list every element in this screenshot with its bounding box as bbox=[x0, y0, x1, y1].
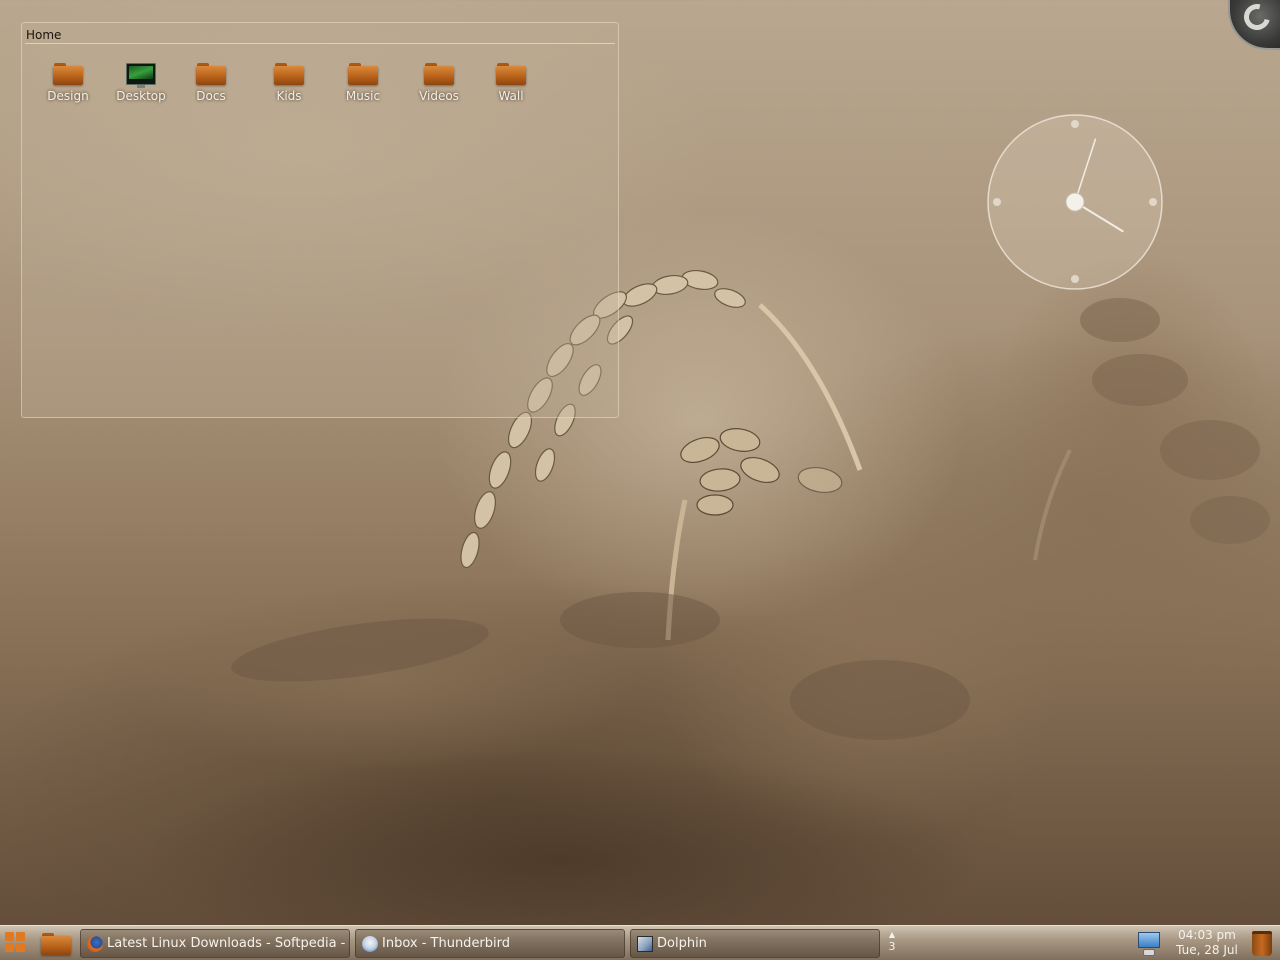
folder-icon bbox=[348, 63, 378, 85]
desktop-item-label: Desktop bbox=[116, 89, 166, 103]
desktop-item-label: Music bbox=[345, 89, 381, 103]
clock-tick-9 bbox=[993, 198, 1001, 206]
analog-clock-widget[interactable] bbox=[985, 112, 1165, 292]
task-label: Latest Linux Downloads - Softpedia - M bbox=[107, 936, 350, 951]
task-label: Dolphin bbox=[657, 936, 707, 951]
folder-icon bbox=[424, 63, 454, 85]
home-folder-launcher[interactable] bbox=[41, 933, 71, 955]
trash-icon[interactable] bbox=[1252, 931, 1272, 956]
task-dolphin[interactable]: Dolphin bbox=[630, 929, 880, 958]
desktop-item-label: Wall bbox=[498, 89, 524, 103]
plasma-cashew-icon bbox=[1239, 0, 1275, 35]
desktop-item-desktop[interactable]: Desktop bbox=[103, 63, 179, 103]
chevron-up-icon: ▲ bbox=[888, 930, 896, 939]
folder-view-divider bbox=[25, 43, 615, 44]
desktop-item-music[interactable]: Music bbox=[325, 63, 401, 103]
network-monitor-icon[interactable] bbox=[1136, 930, 1162, 958]
task-firefox[interactable]: Latest Linux Downloads - Softpedia - M bbox=[80, 929, 350, 958]
folder-icon bbox=[196, 63, 226, 85]
desktop-screen-icon bbox=[126, 63, 156, 88]
desktop-item-label: Docs bbox=[196, 89, 226, 103]
task-thunderbird[interactable]: Inbox - Thunderbird bbox=[355, 929, 625, 958]
launcher-tile bbox=[16, 932, 25, 941]
desktop-item-videos[interactable]: Videos bbox=[401, 63, 477, 103]
desktop-item-label: Design bbox=[47, 89, 89, 103]
digital-clock[interactable]: 04:03 pm Tue, 28 Jul bbox=[1172, 928, 1242, 958]
clock-tick-3 bbox=[1149, 198, 1157, 206]
desktop-item-kids[interactable]: Kids bbox=[251, 63, 327, 103]
dolphin-icon bbox=[637, 936, 653, 952]
clock-tick-12 bbox=[1071, 120, 1079, 128]
launcher-tile bbox=[5, 943, 14, 952]
folder-view-widget[interactable]: Home Design Desktop Docs Kids Music Vide… bbox=[21, 22, 619, 418]
launcher-tile bbox=[16, 943, 25, 952]
clock-date: Tue, 28 Jul bbox=[1176, 943, 1238, 957]
desktop-item-docs[interactable]: Docs bbox=[173, 63, 249, 103]
folder-icon bbox=[274, 63, 304, 85]
folder-icon bbox=[41, 933, 71, 955]
clock-center-pin bbox=[1065, 192, 1085, 212]
desktop-item-design[interactable]: Design bbox=[30, 63, 106, 103]
clock-tick-6 bbox=[1071, 275, 1079, 283]
firefox-icon bbox=[87, 936, 103, 952]
folder-icon bbox=[53, 63, 83, 85]
clock-time: 04:03 pm bbox=[1178, 928, 1236, 942]
folder-icon bbox=[496, 63, 526, 85]
bottom-panel: Latest Linux Downloads - Softpedia - M I… bbox=[0, 925, 1280, 960]
thunderbird-icon bbox=[362, 936, 378, 952]
desktop-item-label: Kids bbox=[276, 89, 302, 103]
application-launcher-button[interactable] bbox=[5, 932, 27, 954]
folder-view-title: Home bbox=[26, 28, 62, 42]
desktop-item-label: Videos bbox=[419, 89, 459, 103]
task-label: Inbox - Thunderbird bbox=[382, 936, 511, 951]
launcher-tile bbox=[5, 932, 14, 941]
task-group-indicator[interactable]: ▲ 3 bbox=[884, 930, 900, 958]
task-group-count: 3 bbox=[888, 940, 896, 953]
desktop-item-wall[interactable]: Wall bbox=[473, 63, 549, 103]
